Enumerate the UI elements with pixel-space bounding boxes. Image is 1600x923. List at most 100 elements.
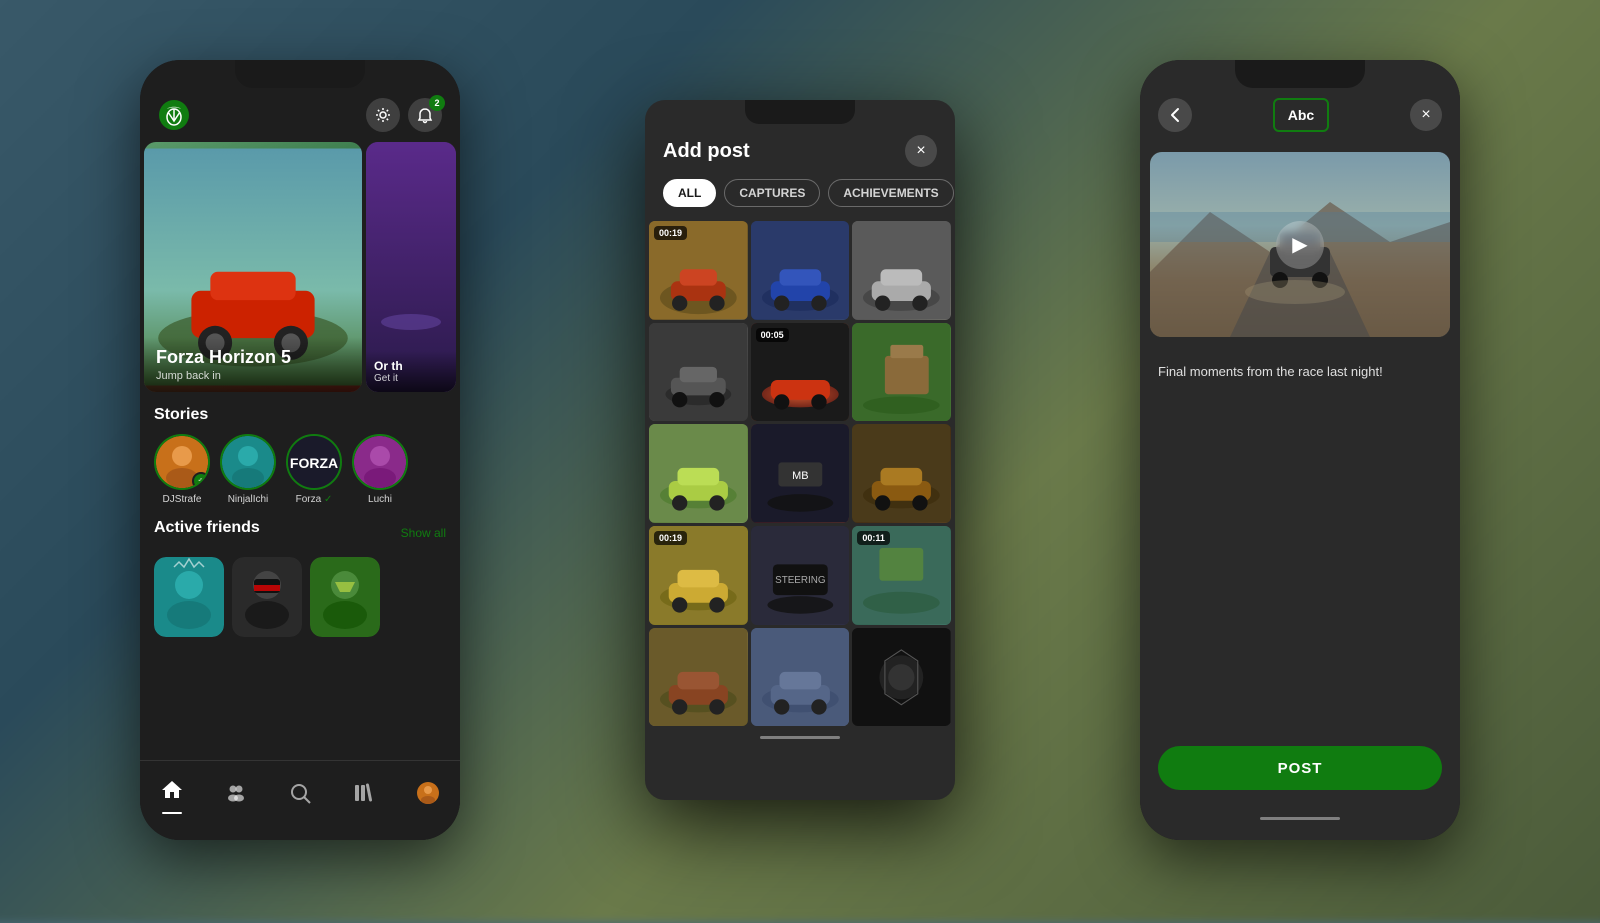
nav-item-community[interactable]: [224, 781, 248, 811]
active-friends-title: Active friends: [154, 519, 260, 537]
notifications-button[interactable]: 2: [408, 98, 442, 132]
home-icon: [160, 778, 184, 808]
stories-row: + DJStrafe Ni: [154, 434, 446, 505]
right-close-button[interactable]: ×: [1410, 99, 1442, 131]
filter-tab-captures[interactable]: CAPTURES: [724, 179, 820, 207]
story-avatar-djstrafe: +: [154, 434, 210, 490]
capture-thumb-11[interactable]: STEERING: [751, 526, 850, 625]
modal-notch: [745, 100, 855, 124]
nav-active-indicator: [162, 812, 182, 814]
capture-thumb-2[interactable]: [751, 221, 850, 320]
hero-main-card[interactable]: Forza Horizon 5 Jump back in: [144, 142, 362, 392]
story-avatar-luchi: [352, 434, 408, 490]
stories-section: Stories + DJStrafe: [140, 392, 460, 505]
post-button[interactable]: POST: [1158, 746, 1442, 790]
hero-subtitle: Jump back in: [156, 370, 350, 382]
bottom-navigation: [140, 760, 460, 840]
right-scroll-indicator: [1260, 817, 1340, 820]
video-duration-5: 00:05: [756, 328, 789, 342]
friends-header: Active friends Show all: [154, 519, 446, 547]
hero-section: Forza Horizon 5 Jump back in O: [140, 142, 460, 392]
show-all-button[interactable]: Show all: [401, 526, 446, 540]
story-item-ninjalchi[interactable]: NinjalIchi: [220, 434, 276, 505]
avatar-ninjalchi: [222, 436, 274, 488]
left-phone-content: 2: [140, 60, 460, 840]
hero-side-card[interactable]: Or th Get it: [366, 142, 456, 392]
nav-item-search[interactable]: [288, 781, 312, 811]
community-icon: [224, 781, 248, 811]
capture-thumb-5[interactable]: 00:05: [751, 323, 850, 422]
left-phone: 2: [140, 60, 460, 840]
story-avatar-ninjalchi: [220, 434, 276, 490]
filter-tab-all[interactable]: ALL: [663, 179, 716, 207]
modal-scroll-indicator: [760, 736, 840, 739]
nav-item-profile[interactable]: [416, 781, 440, 811]
hero-title: Forza Horizon 5: [156, 347, 350, 368]
profile-icon: [416, 781, 440, 811]
caption-text[interactable]: Final moments from the race last night!: [1158, 363, 1442, 381]
hero-overlay: Forza Horizon 5 Jump back in: [144, 337, 362, 392]
capture-thumb-7[interactable]: [649, 424, 748, 523]
search-icon: [288, 781, 312, 811]
phone-notch-right: [1235, 60, 1365, 88]
settings-button[interactable]: [366, 98, 400, 132]
capture-thumb-3[interactable]: [852, 221, 951, 320]
avatar-luchi: [354, 436, 406, 488]
right-phone-content: Abc ×: [1140, 60, 1460, 840]
capture-thumb-10[interactable]: 00:19: [649, 526, 748, 625]
capture-thumb-9[interactable]: [852, 424, 951, 523]
capture-thumb-6[interactable]: [852, 323, 951, 422]
capture-thumb-12[interactable]: 00:11: [852, 526, 951, 625]
story-item-luchi[interactable]: Luchi: [352, 434, 408, 505]
video-preview[interactable]: ▶: [1150, 152, 1450, 337]
verified-icon: ✓: [324, 494, 332, 505]
notification-badge: 2: [429, 95, 445, 111]
filter-tab-achievements[interactable]: ACHIEVEMENTS: [828, 179, 953, 207]
capture-thumb-15[interactable]: [852, 628, 951, 727]
capture-thumb-8[interactable]: MB: [751, 424, 850, 523]
right-phone: Abc ×: [1140, 60, 1460, 840]
video-duration-12: 00:11: [857, 531, 890, 545]
story-name-luchi: Luchi: [368, 494, 392, 505]
svg-text:STEERING: STEERING: [775, 575, 825, 586]
caption-area: Final moments from the race last night!: [1140, 347, 1460, 397]
story-name-djstrafe: DJStrafe: [163, 494, 202, 505]
hero-side-subtext: Get it: [374, 373, 448, 384]
add-post-modal: Add post × ALL CAPTURES ACHIEVEMENTS 00:…: [645, 100, 955, 800]
play-button[interactable]: ▶: [1276, 221, 1324, 269]
story-item-djstrafe[interactable]: + DJStrafe: [154, 434, 210, 505]
capture-thumb-1[interactable]: 00:19: [649, 221, 748, 320]
friend-avatar-1[interactable]: [154, 557, 224, 637]
filter-tabs: ALL CAPTURES ACHIEVEMENTS: [645, 179, 955, 221]
capture-thumb-14[interactable]: [751, 628, 850, 727]
story-item-forza[interactable]: FORZA Forza ✓: [286, 434, 342, 505]
video-duration-10: 00:19: [654, 531, 687, 545]
nav-item-home[interactable]: [160, 778, 184, 814]
library-icon: [352, 781, 376, 811]
text-overlay-button[interactable]: Abc: [1273, 98, 1329, 132]
story-avatar-forza: FORZA: [286, 434, 342, 490]
back-button[interactable]: [1158, 98, 1192, 132]
capture-thumb-4[interactable]: [649, 323, 748, 422]
modal-close-button[interactable]: ×: [905, 135, 937, 167]
svg-text:FORZA: FORZA: [290, 455, 338, 471]
phone-notch-left: [235, 60, 365, 88]
friends-row: [154, 557, 446, 637]
header-icons: 2: [366, 98, 442, 132]
avatar-forza: FORZA: [288, 436, 340, 488]
story-add-button[interactable]: +: [192, 472, 210, 490]
stories-title: Stories: [154, 406, 446, 424]
friend-avatar-2[interactable]: [232, 557, 302, 637]
story-name-ninjalchi: NinjalIchi: [228, 494, 269, 505]
capture-thumb-13[interactable]: [649, 628, 748, 727]
captures-grid: 00:19 00:05 MB 00:19: [645, 221, 955, 726]
story-name-forza: Forza ✓: [296, 494, 333, 505]
modal-title: Add post: [663, 140, 750, 163]
xbox-logo: [158, 99, 190, 131]
hero-side-text: Or th: [374, 359, 448, 373]
nav-item-library[interactable]: [352, 781, 376, 811]
video-duration-1: 00:19: [654, 226, 687, 240]
friend-avatar-3[interactable]: [310, 557, 380, 637]
active-friends-section: Active friends Show all: [140, 505, 460, 637]
hero-side-overlay: Or th Get it: [366, 351, 456, 392]
